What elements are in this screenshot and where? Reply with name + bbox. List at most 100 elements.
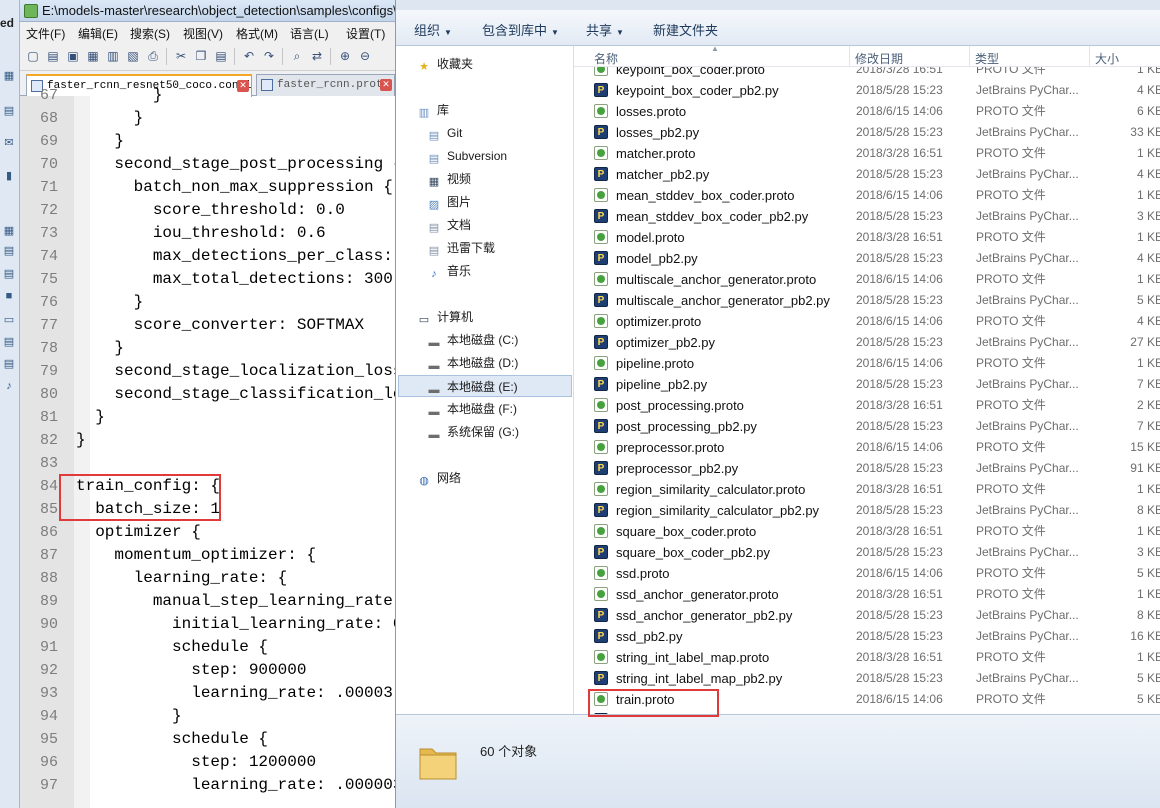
code-line[interactable]: } <box>20 705 325 728</box>
code-line[interactable]: } <box>20 406 325 429</box>
app-icon[interactable]: ▤ <box>2 245 16 258</box>
menu-view[interactable]: 视图(V) <box>183 25 223 42</box>
code-line[interactable]: max_total_detections: 300 <box>20 268 393 291</box>
column-separator[interactable] <box>1089 46 1090 67</box>
file-row[interactable]: preprocessor.proto 2018/6/15 14:06 PROTO 文… <box>574 437 1160 458</box>
nav-music[interactable]: ♪ 音乐 <box>426 260 471 282</box>
column-type[interactable]: 类型 <box>975 50 999 67</box>
file-row[interactable]: keypoint_box_coder.proto 2018/3/28 16:51 P… <box>574 67 1160 80</box>
nav-drive-c[interactable]: ▬ 本地磁盘 (C:) <box>426 329 519 351</box>
file-row[interactable]: Pmodel_pb2.py 2018/5/28 15:23 JetBrains Py… <box>574 248 1160 269</box>
column-name[interactable]: 名称 <box>594 50 618 67</box>
code-line[interactable]: batch_non_max_suppression { <box>20 176 393 199</box>
nav-git[interactable]: ▤ Git <box>426 122 463 144</box>
code-line[interactable]: } <box>20 337 325 360</box>
code-line[interactable]: schedule { <box>20 728 325 751</box>
organize-button[interactable]: 组织 ▼ <box>414 20 452 39</box>
file-row[interactable]: Ppreprocessor_pb2.py 2018/5/28 15:23 JetBr… <box>574 458 1160 479</box>
code-line[interactable]: } <box>20 291 325 314</box>
zoom-in-icon[interactable]: ⊕ <box>336 47 354 65</box>
file-row[interactable]: string_int_label_map.proto 2018/3/28 16:5… <box>574 647 1160 668</box>
file-row[interactable]: optimizer.proto 2018/6/15 14:06 PROTO 文件 4 … <box>574 311 1160 332</box>
file-row[interactable]: ssd_anchor_generator.proto 2018/3/28 16:5… <box>574 584 1160 605</box>
code-line[interactable]: second_stage_post_processing { <box>20 153 395 176</box>
menu-search[interactable]: 搜索(S) <box>130 25 170 42</box>
close-icon[interactable]: ✕ <box>380 79 392 91</box>
app-icon[interactable]: ▤ <box>2 268 16 281</box>
code-line[interactable]: max_detections_per_class: 100 <box>20 245 393 268</box>
code-line[interactable]: learning_rate: .000003 <box>20 774 395 797</box>
file-row[interactable]: Poptimizer_pb2.py 2018/5/28 15:23 JetBrain… <box>574 332 1160 353</box>
file-row[interactable]: multiscale_anchor_generator.proto 2018/6/… <box>574 269 1160 290</box>
code-line[interactable]: score_threshold: 0.0 <box>20 199 345 222</box>
paste-icon[interactable]: ▤ <box>212 47 230 65</box>
code-line[interactable]: schedule { <box>20 636 325 659</box>
code-line[interactable]: momentum_optimizer: { <box>20 544 325 567</box>
app-icon[interactable]: ▤ <box>2 105 16 118</box>
menu-edit[interactable]: 编辑(E) <box>78 25 118 42</box>
file-row[interactable]: Pssd_pb2.py 2018/5/28 15:23 JetBrains PyCh… <box>574 626 1160 647</box>
nav-drive-d[interactable]: ▬ 本地磁盘 (D:) <box>426 352 519 374</box>
cut-icon[interactable]: ✂ <box>172 47 190 65</box>
code-line[interactable]: initial_learning_rate: 0.0003 <box>20 613 395 636</box>
code-line[interactable]: } <box>20 429 325 452</box>
file-row[interactable]: pipeline.proto 2018/6/15 14:06 PROTO 文件 1 K… <box>574 353 1160 374</box>
column-size[interactable]: 大小 <box>1095 50 1119 67</box>
app-icon[interactable]: ▮ <box>2 170 16 183</box>
file-row[interactable]: Ppipeline_pb2.py 2018/5/28 15:23 JetBrains… <box>574 374 1160 395</box>
file-row[interactable]: Pmultiscale_anchor_generator_pb2.py 2018/… <box>574 290 1160 311</box>
menu-language[interactable]: 语言(L) <box>290 25 329 42</box>
app-icon[interactable]: ▤ <box>2 336 16 349</box>
code-line[interactable]: optimizer { <box>20 521 325 544</box>
app-icon[interactable]: ■ <box>2 290 16 303</box>
file-row[interactable]: matcher.proto 2018/3/28 16:51 PROTO 文件 1 KB <box>574 143 1160 164</box>
file-row[interactable]: Pmatcher_pb2.py 2018/5/28 15:23 JetBrains … <box>574 164 1160 185</box>
nav-drive-g[interactable]: ▬ 系统保留 (G:) <box>426 421 520 443</box>
open-file-icon[interactable]: ▤ <box>44 47 62 65</box>
new-folder-button[interactable]: 新建文件夹 <box>653 20 718 39</box>
column-separator[interactable] <box>849 46 850 67</box>
app-icon[interactable]: ▦ <box>2 70 16 83</box>
code-line[interactable]: learning_rate: { <box>20 567 325 590</box>
file-row[interactable]: post_processing.proto 2018/3/28 16:51 PROT… <box>574 395 1160 416</box>
nav-favorites[interactable]: ★ 收藏夹 <box>416 53 473 75</box>
nav-videos[interactable]: ▦ 视频 <box>426 168 471 190</box>
file-row[interactable]: Psquare_box_coder_pb2.py 2018/5/28 15:23 J… <box>574 542 1160 563</box>
nav-pictures[interactable]: ▨ 图片 <box>426 191 471 213</box>
file-row[interactable]: mean_stddev_box_coder.proto 2018/6/15 14:… <box>574 185 1160 206</box>
app-icon[interactable]: ▤ <box>2 358 16 371</box>
redo-icon[interactable]: ↷ <box>260 47 278 65</box>
file-row[interactable]: Pregion_similarity_calculator_pb2.py 2018… <box>574 500 1160 521</box>
nav-subversion[interactable]: ▤ Subversion <box>426 145 507 167</box>
file-row[interactable]: Pkeypoint_box_coder_pb2.py 2018/5/28 15:2… <box>574 80 1160 101</box>
file-row[interactable]: losses.proto 2018/6/15 14:06 PROTO 文件 6 KB <box>574 101 1160 122</box>
save-all-icon[interactable]: ▦ <box>84 47 102 65</box>
file-row[interactable]: ssd.proto 2018/6/15 14:06 PROTO 文件 5 KB <box>574 563 1160 584</box>
code-line[interactable]: } <box>20 84 325 107</box>
nav-thunder-downloads[interactable]: ▤ 迅雷下载 <box>426 237 495 259</box>
file-row[interactable]: Pssd_anchor_generator_pb2.py 2018/5/28 15… <box>574 605 1160 626</box>
replace-icon[interactable]: ⇄ <box>308 47 326 65</box>
code-line[interactable]: second_stage_localization_loss_weight: 2… <box>20 360 395 383</box>
code-line[interactable]: } <box>20 107 325 130</box>
code-line[interactable]: step: 900000 <box>20 659 325 682</box>
file-row[interactable]: Ppost_processing_pb2.py 2018/5/28 15:23 Je… <box>574 416 1160 437</box>
code-area[interactable]: } } } second_stage_post_processing { bat… <box>76 86 395 808</box>
column-separator[interactable] <box>969 46 970 67</box>
app-icon[interactable]: ✉ <box>2 137 16 150</box>
new-file-icon[interactable]: ▢ <box>24 47 42 65</box>
nav-network[interactable]: ◍ 网络 <box>416 467 461 489</box>
nav-documents[interactable]: ▤ 文档 <box>426 214 471 236</box>
undo-icon[interactable]: ↶ <box>240 47 258 65</box>
copy-icon[interactable]: ❐ <box>192 47 210 65</box>
nav-drive-f[interactable]: ▬ 本地磁盘 (F:) <box>426 398 518 420</box>
file-row[interactable]: region_similarity_calculator.proto 2018/3… <box>574 479 1160 500</box>
nav-libraries[interactable]: ▥ 库 <box>416 99 449 121</box>
code-editor[interactable]: 67 68 69 70 71 72 73 74 75 76 77 78 79 80 81 82 83 84 85 86… <box>20 86 395 808</box>
share-button[interactable]: 共享 ▼ <box>586 20 624 39</box>
find-icon[interactable]: ⌕ <box>288 47 306 65</box>
zoom-out-icon[interactable]: ⊖ <box>356 47 374 65</box>
close-all-icon[interactable]: ▧ <box>124 47 142 65</box>
code-line[interactable] <box>20 452 325 475</box>
code-line[interactable]: score_converter: SOFTMAX <box>20 314 364 337</box>
